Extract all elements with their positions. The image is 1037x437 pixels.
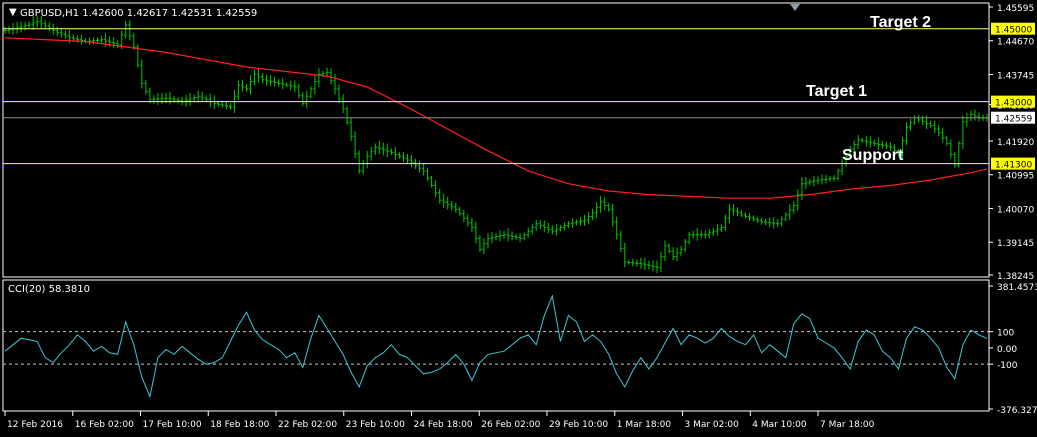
time-tick-9: 1 Mar 18:00 (617, 420, 672, 430)
menu-arrow-icon[interactable]: ▼ (9, 7, 17, 18)
time-tick-0: 12 Feb 2016 (7, 420, 63, 430)
level-tag-0: 1.45000 (995, 26, 1032, 36)
time-tick-8: 29 Feb 10:00 (549, 420, 608, 430)
time-tick-1: 16 Feb 02:00 (75, 420, 134, 430)
bid-price-tag: 1.42559 (991, 111, 1035, 125)
price-tick-2: 1.43745 (997, 71, 1034, 81)
time-tick-6: 24 Feb 18:00 (414, 420, 473, 430)
cci-title: CCI(20) 58.3810 (8, 284, 90, 295)
chart-canvas[interactable]: 1.455951.446701.437451.429201.419201.409… (0, 0, 1037, 437)
support-label: Support (842, 147, 904, 164)
time-tick-4: 22 Feb 02:00 (278, 420, 337, 430)
target2-label: Target 2 (870, 14, 931, 31)
time-tick-5: 23 Feb 10:00 (346, 420, 405, 430)
price-tick-5: 1.40995 (997, 172, 1034, 182)
price-tick-8: 1.38245 (997, 272, 1034, 282)
price-tick-6: 1.40070 (997, 205, 1034, 215)
time-tick-11: 4 Mar 10:00 (752, 420, 807, 430)
level-tag-1: 1.43000 (995, 99, 1032, 109)
price-tick-1: 1.44670 (997, 38, 1034, 48)
price-tick-0: 1.45595 (997, 4, 1034, 14)
time-tick-2: 17 Feb 10:00 (143, 420, 202, 430)
price-tick-7: 1.39145 (997, 239, 1034, 249)
cci-tick-3: -100 (997, 361, 1018, 371)
time-tick-3: 18 Feb 18:00 (210, 420, 269, 430)
symbol-info: GBPUSD,H1 1.42600 1.42617 1.42531 1.4255… (20, 8, 257, 19)
time-tick-7: 26 Feb 02:00 (481, 420, 540, 430)
cci-tick-4: -376.3271 (997, 406, 1037, 416)
time-tick-12: 7 Mar 18:00 (820, 420, 875, 430)
time-tick-10: 3 Mar 02:00 (685, 420, 740, 430)
cci-tick-1: 100 (997, 329, 1014, 339)
bid-tag-value: 1.42559 (995, 115, 1032, 125)
price-tick-4: 1.41920 (997, 138, 1034, 148)
cci-tick-0: 381.4573 (997, 283, 1037, 293)
target1-label: Target 1 (806, 83, 867, 100)
cci-tick-2: 0.00 (997, 345, 1017, 355)
level-tag-2: 1.41300 (995, 161, 1032, 171)
